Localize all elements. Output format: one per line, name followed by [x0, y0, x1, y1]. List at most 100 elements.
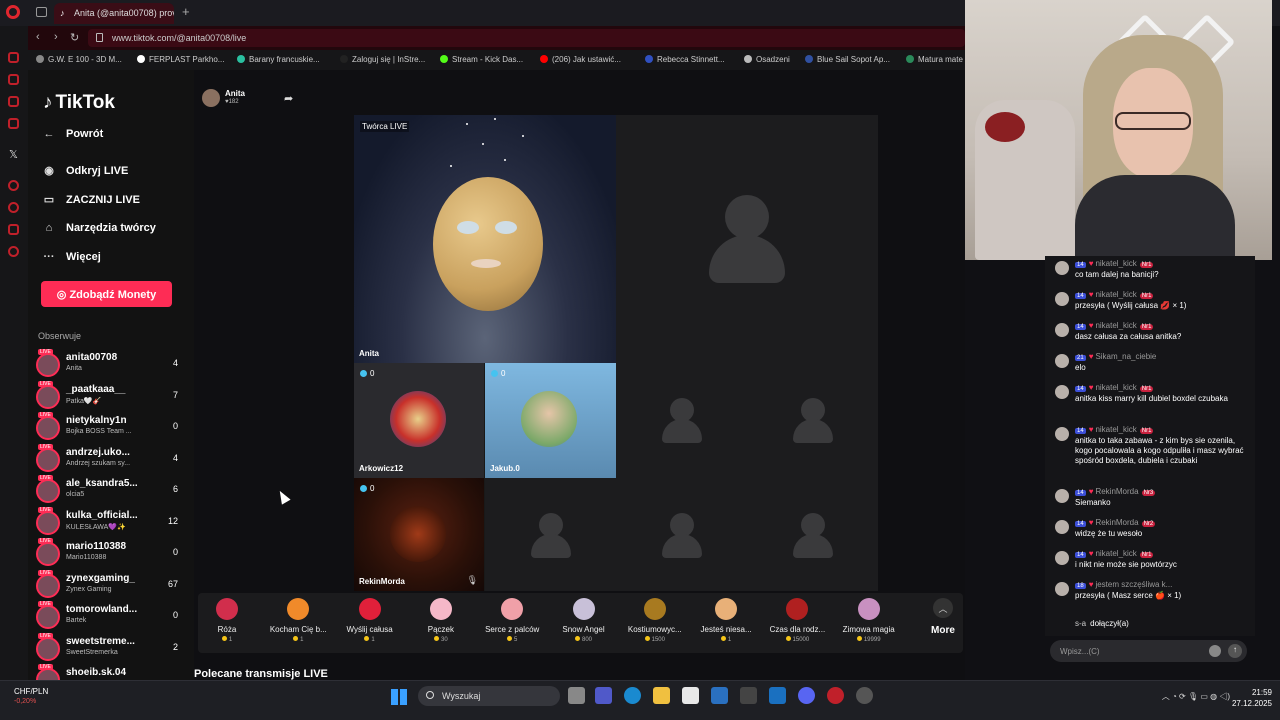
taskbar-search[interactable]: Wyszukaj: [418, 686, 560, 706]
nav-discover-live[interactable]: ◉ Odkryj LIVE: [40, 164, 128, 177]
gift-item[interactable]: Kostiumowyc... 1500: [620, 598, 690, 643]
gift-item[interactable]: Jesteś niesa... 1: [691, 598, 761, 643]
avatar: [36, 605, 60, 629]
avatar: [1055, 582, 1069, 596]
host-avatar[interactable]: [202, 89, 220, 107]
capcut-icon[interactable]: [740, 687, 757, 704]
edge-icon[interactable]: [624, 687, 641, 704]
bookmark-item[interactable]: Stream - Kick Das...: [440, 55, 523, 64]
clock-icon[interactable]: [8, 202, 19, 213]
avatar: [36, 573, 60, 598]
gift-item[interactable]: Wyślij całusa 1: [335, 598, 405, 643]
level-badge: 14: [1075, 293, 1086, 299]
heart-icon: ♥: [1088, 580, 1094, 589]
tiktok-logo[interactable]: ♪ TikTok: [43, 92, 115, 114]
mail-icon[interactable]: [8, 96, 19, 107]
bookmark-item[interactable]: Matura mate: [906, 55, 963, 64]
following-subtitle: Anita: [66, 365, 82, 372]
gift-item[interactable]: Serce z palców 5: [477, 598, 547, 643]
bookmark-item[interactable]: Blue Sail Sopot Ap...: [805, 55, 890, 64]
url-field[interactable]: www.tiktok.com/@anita00708/live: [88, 29, 965, 47]
nav-more[interactable]: ··· Więcej: [40, 251, 101, 263]
empty-seat-large[interactable]: [616, 115, 878, 363]
bookmark-item[interactable]: Rebecca Stinnett...: [645, 55, 725, 64]
app-icon[interactable]: [769, 687, 786, 704]
back-button[interactable]: ← Powrót: [40, 128, 104, 140]
gift-item[interactable]: Snow Angel 800: [549, 598, 619, 643]
messenger-icon[interactable]: [8, 118, 19, 129]
workspace-icon[interactable]: [8, 74, 19, 85]
share-icon[interactable]: ➦: [284, 92, 293, 105]
teams-icon[interactable]: [595, 687, 612, 704]
clock[interactable]: 21:59 27.12.2025: [1232, 687, 1272, 709]
get-coins-button[interactable]: ◎ Zdobądź Monety: [41, 281, 172, 307]
nav-start-live[interactable]: ▭ ZACZNIJ LIVE: [40, 193, 140, 206]
bookmark-item[interactable]: (206) Jak ustawić...: [540, 55, 621, 64]
gift-item[interactable]: Róża 1: [194, 598, 262, 643]
tabs-overview-icon[interactable]: [36, 7, 47, 17]
chat-input[interactable]: Wpisz...(C) ↑: [1050, 640, 1247, 662]
mail-app-icon[interactable]: [711, 687, 728, 704]
pinboard-icon[interactable]: [8, 224, 19, 235]
browser-tab-active[interactable]: ♪ Anita (@anita00708) prov: [54, 3, 174, 24]
gift-item[interactable]: Czas dla rodz... 15000: [762, 598, 832, 643]
guest-tile-arkowicz12[interactable]: 0 Arkowicz12: [354, 363, 484, 478]
new-tab-button[interactable]: +: [182, 4, 190, 19]
emoji-icon[interactable]: [1209, 645, 1221, 657]
system-tray[interactable]: ︿ ◔ ⟳ 🎙 ▭ ◍ ◁): [1162, 691, 1230, 702]
following-item[interactable]: LIVE zynexgaming_ Zynex Gaming 67: [36, 569, 182, 602]
empty-seat[interactable]: [747, 363, 878, 478]
gift-name: Snow Angel: [562, 625, 605, 634]
opera-gx-icon[interactable]: [827, 687, 844, 704]
following-item[interactable]: LIVE mario110388 Mario110388 0: [36, 538, 182, 570]
history-icon[interactable]: [8, 180, 19, 191]
task-view-icon[interactable]: [568, 687, 585, 704]
following-item[interactable]: LIVE ale_ksandra5... olcia5 6: [36, 475, 182, 507]
following-subtitle: Zynex Gaming: [66, 585, 112, 593]
gift-bar: Róża 1 Kocham Cię b... 1 Wyślij całusa 1 Pącze…: [198, 593, 963, 653]
bookmark-item[interactable]: Osadzeni: [744, 55, 790, 64]
settings-icon[interactable]: [8, 246, 19, 257]
bookmark-item[interactable]: Barany francuskie...: [237, 55, 320, 64]
following-item[interactable]: LIVE andrzej.uko... Andrzej szukam sy... 4: [36, 443, 182, 476]
gift-item[interactable]: Kocham Cię b... 1: [263, 598, 333, 643]
bookmark-item[interactable]: Zaloguj się | InStre...: [340, 55, 425, 64]
more-gifts-button[interactable]: ︿ More: [923, 598, 963, 636]
gift-item[interactable]: Pączek 30: [406, 598, 476, 643]
following-item[interactable]: LIVE _paatkaaa__ Patka🤍🎸 7: [36, 380, 182, 413]
reload-icon[interactable]: ↻: [70, 31, 79, 44]
bookmark-item[interactable]: G.W. E 100 - 3D M...: [36, 55, 122, 64]
discord-icon[interactable]: [798, 687, 815, 704]
following-item[interactable]: LIVE nietykalny1n Bojka BOSS Team ... 0: [36, 412, 182, 444]
empty-seat[interactable]: [616, 363, 747, 478]
gift-item[interactable]: Zimowa magia 19999: [834, 598, 904, 643]
empty-seat[interactable]: [485, 478, 616, 591]
empty-seat[interactable]: [616, 478, 747, 591]
windows-start-icon[interactable]: [391, 689, 407, 705]
following-item[interactable]: LIVE sweetstreme... SweetStremerka 2: [36, 632, 182, 665]
live-chat: 14 ♥ nikatel_kick Nr1 co tam dalej na banicj…: [1045, 256, 1255, 636]
back-icon[interactable]: ‹: [36, 31, 40, 43]
creator-tag: Twórca LIVE: [360, 121, 410, 132]
guest-tile-rekinmorda[interactable]: 0 RekinMorda 🎙: [354, 478, 484, 591]
following-item[interactable]: LIVE anita00708 Anita 4: [36, 349, 182, 381]
currency-widget[interactable]: CHF/PLN -0,20%: [14, 687, 48, 705]
opera-logo-icon[interactable]: [6, 5, 20, 19]
send-icon[interactable]: ↑: [1228, 644, 1242, 658]
gift-price: 1: [263, 636, 333, 643]
file-explorer-icon[interactable]: [653, 687, 670, 704]
host-name[interactable]: Anita: [225, 89, 245, 98]
guest-tile-jakub0[interactable]: 0 Jakub.0: [485, 363, 616, 478]
nav-creator-tools[interactable]: ⌂ Narzędzia twórcy: [40, 222, 156, 234]
forward-icon[interactable]: ›: [54, 31, 58, 43]
following-item[interactable]: LIVE shoeib.sk.04: [36, 664, 182, 680]
x-icon[interactable]: 𝕏: [9, 148, 18, 161]
store-icon[interactable]: [682, 687, 699, 704]
empty-seat[interactable]: [747, 478, 878, 591]
creator-tile[interactable]: Twórca LIVE Anita: [354, 115, 616, 363]
aria-icon[interactable]: [8, 52, 19, 63]
settings-app-icon[interactable]: [856, 687, 873, 704]
following-item[interactable]: LIVE kulka_official... KULESŁAWA💜✨ 12: [36, 506, 182, 539]
following-item[interactable]: LIVE tomorowland... Bartek 0: [36, 601, 182, 633]
bookmark-item[interactable]: FERPLAST Parkho...: [137, 55, 224, 64]
